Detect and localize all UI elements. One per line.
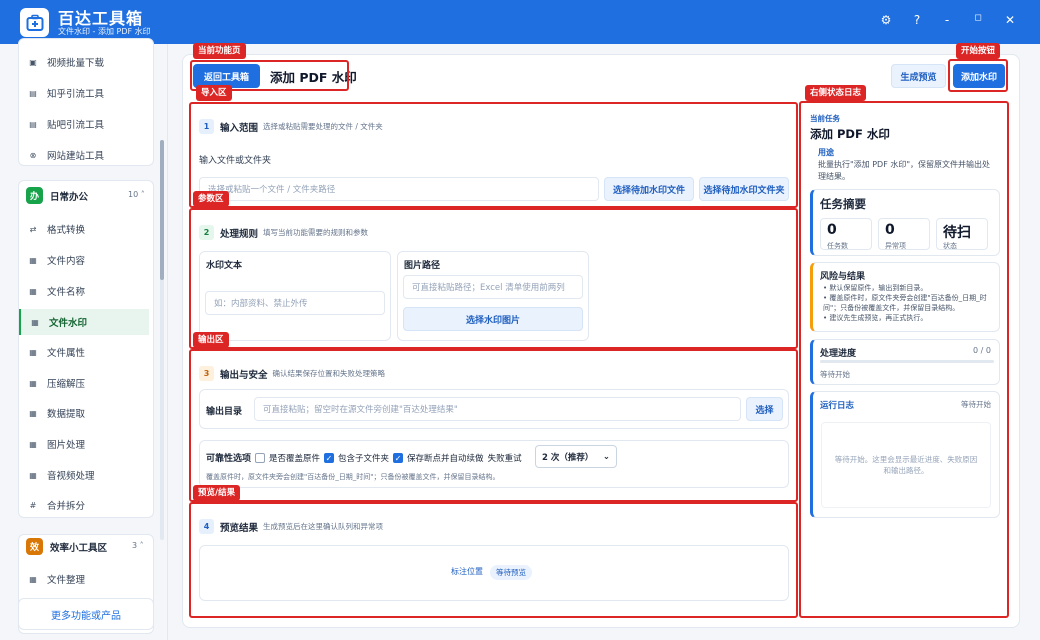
sidebar-item-merge-split[interactable]: # 合并拆分 bbox=[19, 493, 149, 517]
annotation-tag-preview: 预览/结果 bbox=[193, 485, 241, 501]
annotation-box-preview bbox=[189, 502, 798, 618]
minimize-button[interactable]: - bbox=[938, 13, 956, 27]
annotation-tag-output: 输出区 bbox=[193, 332, 229, 348]
sidebar-item-label: 压缩解压 bbox=[47, 379, 86, 390]
swap-icon: ⇄ bbox=[29, 224, 37, 234]
sidebar-item-website[interactable]: ⊗ 网站建站工具 bbox=[19, 143, 149, 167]
grid-icon: ▦ bbox=[29, 470, 37, 480]
sidebar-item-format-convert[interactable]: ⇄ 格式转换 bbox=[19, 217, 149, 241]
group-header-tools[interactable]: 效效率小工具区 bbox=[26, 538, 107, 555]
sidebar-item-label: 数据提取 bbox=[47, 409, 86, 420]
grid-icon: ▦ bbox=[29, 574, 37, 584]
annotation-tag-params: 参数区 bbox=[193, 191, 229, 207]
sidebar-item-video-download[interactable]: ▣ 视频批量下载 bbox=[19, 50, 149, 74]
sidebar-item-label: 文件整理 bbox=[47, 575, 86, 586]
more-products-link[interactable]: 更多功能或产品 bbox=[18, 598, 154, 630]
video-icon: ▣ bbox=[29, 57, 37, 67]
sidebar-item-media[interactable]: ▦ 音视频处理 bbox=[19, 463, 149, 487]
annotation-box-start-button bbox=[948, 59, 1008, 92]
grid-icon: ▦ bbox=[29, 255, 37, 265]
doc-icon: ▤ bbox=[29, 88, 37, 98]
toolbox-logo-icon bbox=[20, 8, 49, 37]
group-count: 3 ˄ bbox=[132, 541, 144, 550]
grid-icon: ▦ bbox=[29, 347, 37, 357]
group-count: 10 ˄ bbox=[128, 190, 145, 199]
sidebar-item-label: 合并拆分 bbox=[47, 501, 86, 512]
group-label: 效率小工具区 bbox=[50, 542, 108, 554]
sidebar-item-file-attributes[interactable]: ▦ 文件属性 bbox=[19, 340, 149, 364]
grid-icon: ▦ bbox=[29, 439, 37, 449]
hash-icon: # bbox=[29, 500, 37, 510]
sidebar-item-file-organize[interactable]: ▦ 文件整理 bbox=[19, 567, 149, 591]
tools-badge-icon: 效 bbox=[26, 538, 43, 555]
maximize-button[interactable]: ◻ bbox=[969, 13, 987, 23]
sidebar-item-label: 贴吧引流工具 bbox=[47, 120, 105, 131]
sidebar-item-image[interactable]: ▦ 图片处理 bbox=[19, 432, 149, 456]
help-icon[interactable]: ? bbox=[908, 13, 926, 27]
annotation-box-right-log bbox=[799, 101, 1009, 618]
sidebar-item-file-watermark[interactable]: ▦ 文件水印 bbox=[19, 309, 149, 335]
grid-icon: ▦ bbox=[29, 286, 37, 296]
group-header-office[interactable]: 办日常办公 bbox=[26, 187, 88, 204]
sidebar-item-compress[interactable]: ▦ 压缩解压 bbox=[19, 371, 149, 395]
close-button[interactable]: ✕ bbox=[1001, 13, 1019, 27]
sidebar-item-file-content[interactable]: ▦ 文件内容 bbox=[19, 248, 149, 272]
sidebar-item-label: 图片处理 bbox=[47, 440, 86, 451]
sidebar-scrollbar-thumb[interactable] bbox=[160, 140, 164, 280]
sidebar-item-label: 文件属性 bbox=[47, 348, 86, 359]
sidebar-item-label: 文件内容 bbox=[47, 256, 86, 267]
sidebar-item-label: 视频批量下载 bbox=[47, 58, 105, 69]
annotation-tag-current-page: 当前功能页 bbox=[193, 43, 246, 59]
sidebar-item-data-extract[interactable]: ▦ 数据提取 bbox=[19, 401, 149, 425]
office-badge-icon: 办 bbox=[26, 187, 43, 204]
generate-preview-button[interactable]: 生成预览 bbox=[891, 64, 946, 88]
annotation-box-import bbox=[189, 102, 798, 208]
globe-icon: ⊗ bbox=[29, 150, 37, 160]
grid-icon: ▦ bbox=[31, 317, 39, 327]
sidebar-item-file-name[interactable]: ▦ 文件名称 bbox=[19, 279, 149, 303]
sidebar-item-label: 文件名称 bbox=[47, 287, 86, 298]
annotation-box-output bbox=[189, 349, 798, 502]
title-bar: 百达工具箱 文件水印 - 添加 PDF 水印 ⚙ ? - ◻ ✕ bbox=[0, 0, 1040, 44]
settings-gear-icon[interactable]: ⚙ bbox=[877, 13, 895, 27]
annotation-tag-right-log: 右侧状态日志 bbox=[805, 85, 867, 101]
sidebar-item-label: 知乎引流工具 bbox=[47, 89, 105, 100]
sidebar-item-label: 格式转换 bbox=[47, 225, 86, 236]
app-subtitle: 文件水印 - 添加 PDF 水印 bbox=[58, 27, 151, 36]
annotation-tag-import: 导入区 bbox=[196, 85, 232, 101]
grid-icon: ▦ bbox=[29, 408, 37, 418]
sidebar-item-zhihu[interactable]: ▤ 知乎引流工具 bbox=[19, 81, 149, 105]
sidebar-item-label: 音视频处理 bbox=[47, 471, 95, 482]
sidebar-item-label: 网站建站工具 bbox=[47, 151, 105, 162]
doc-icon: ▤ bbox=[29, 119, 37, 129]
group-label: 日常办公 bbox=[50, 191, 89, 203]
sidebar-item-tieba[interactable]: ▤ 贴吧引流工具 bbox=[19, 112, 149, 136]
annotation-box-params bbox=[189, 208, 798, 349]
sidebar-item-label: 文件水印 bbox=[49, 318, 88, 329]
grid-icon: ▦ bbox=[29, 378, 37, 388]
annotation-tag-start-button: 开始按钮 bbox=[956, 43, 1001, 59]
